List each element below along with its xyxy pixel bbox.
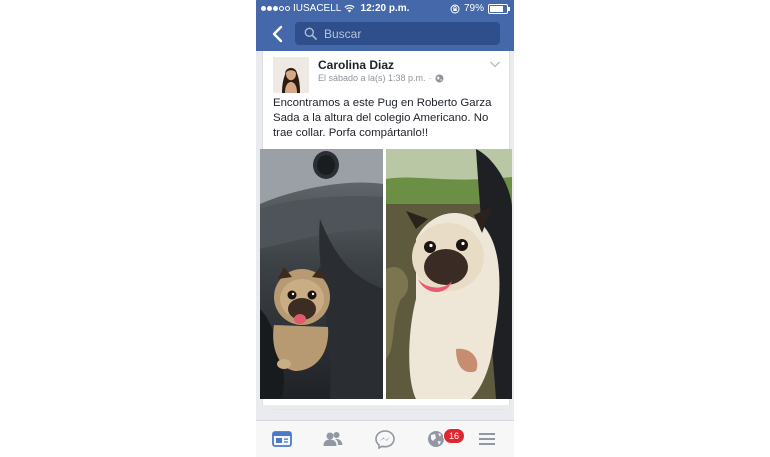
photo-pug-on-grass[interactable] [386,149,512,399]
photo-pug-in-car[interactable] [260,149,383,399]
avatar[interactable] [273,57,309,93]
rotation-lock-icon [450,4,460,13]
messenger-icon[interactable] [374,429,396,449]
post-timestamp[interactable]: El sábado a la(s) 1:38 p.m. [318,73,426,83]
friends-icon[interactable] [322,429,344,449]
top-bar: IUSACELL 12:20 p.m. 79% [256,0,514,51]
meta-separator: · [428,73,432,83]
tab-bar [256,420,514,457]
card-divider [273,409,505,410]
battery-icon [488,3,510,14]
back-arrow-icon[interactable] [268,24,288,44]
post-meta: El sábado a la(s) 1:38 p.m. · [318,73,444,83]
post-card: Carolina Diaz El sábado a la(s) 1:38 p.m… [260,51,512,410]
globe-icon [435,74,444,82]
status-bar: IUSACELL 12:20 p.m. 79% [256,0,514,17]
menu-icon[interactable] [476,429,498,449]
notifications-badge: 16 [443,428,465,444]
battery-area: 79% [450,0,510,17]
search-bar[interactable] [295,22,500,45]
photo-grid [260,149,512,399]
chevron-down-icon[interactable] [489,59,501,69]
post-author[interactable]: Carolina Diaz [318,58,394,72]
news-feed-icon[interactable] [271,429,293,449]
search-icon [304,27,317,40]
battery-percent: 79% [463,3,484,14]
search-input[interactable] [324,26,484,41]
avatar-photo [273,57,309,93]
post-text: Encontramos a este Pug en Roberto Garza … [273,97,492,139]
phone-screen: IUSACELL 12:20 p.m. 79% Buscar Carolina … [256,0,514,457]
nav-row [256,21,514,47]
